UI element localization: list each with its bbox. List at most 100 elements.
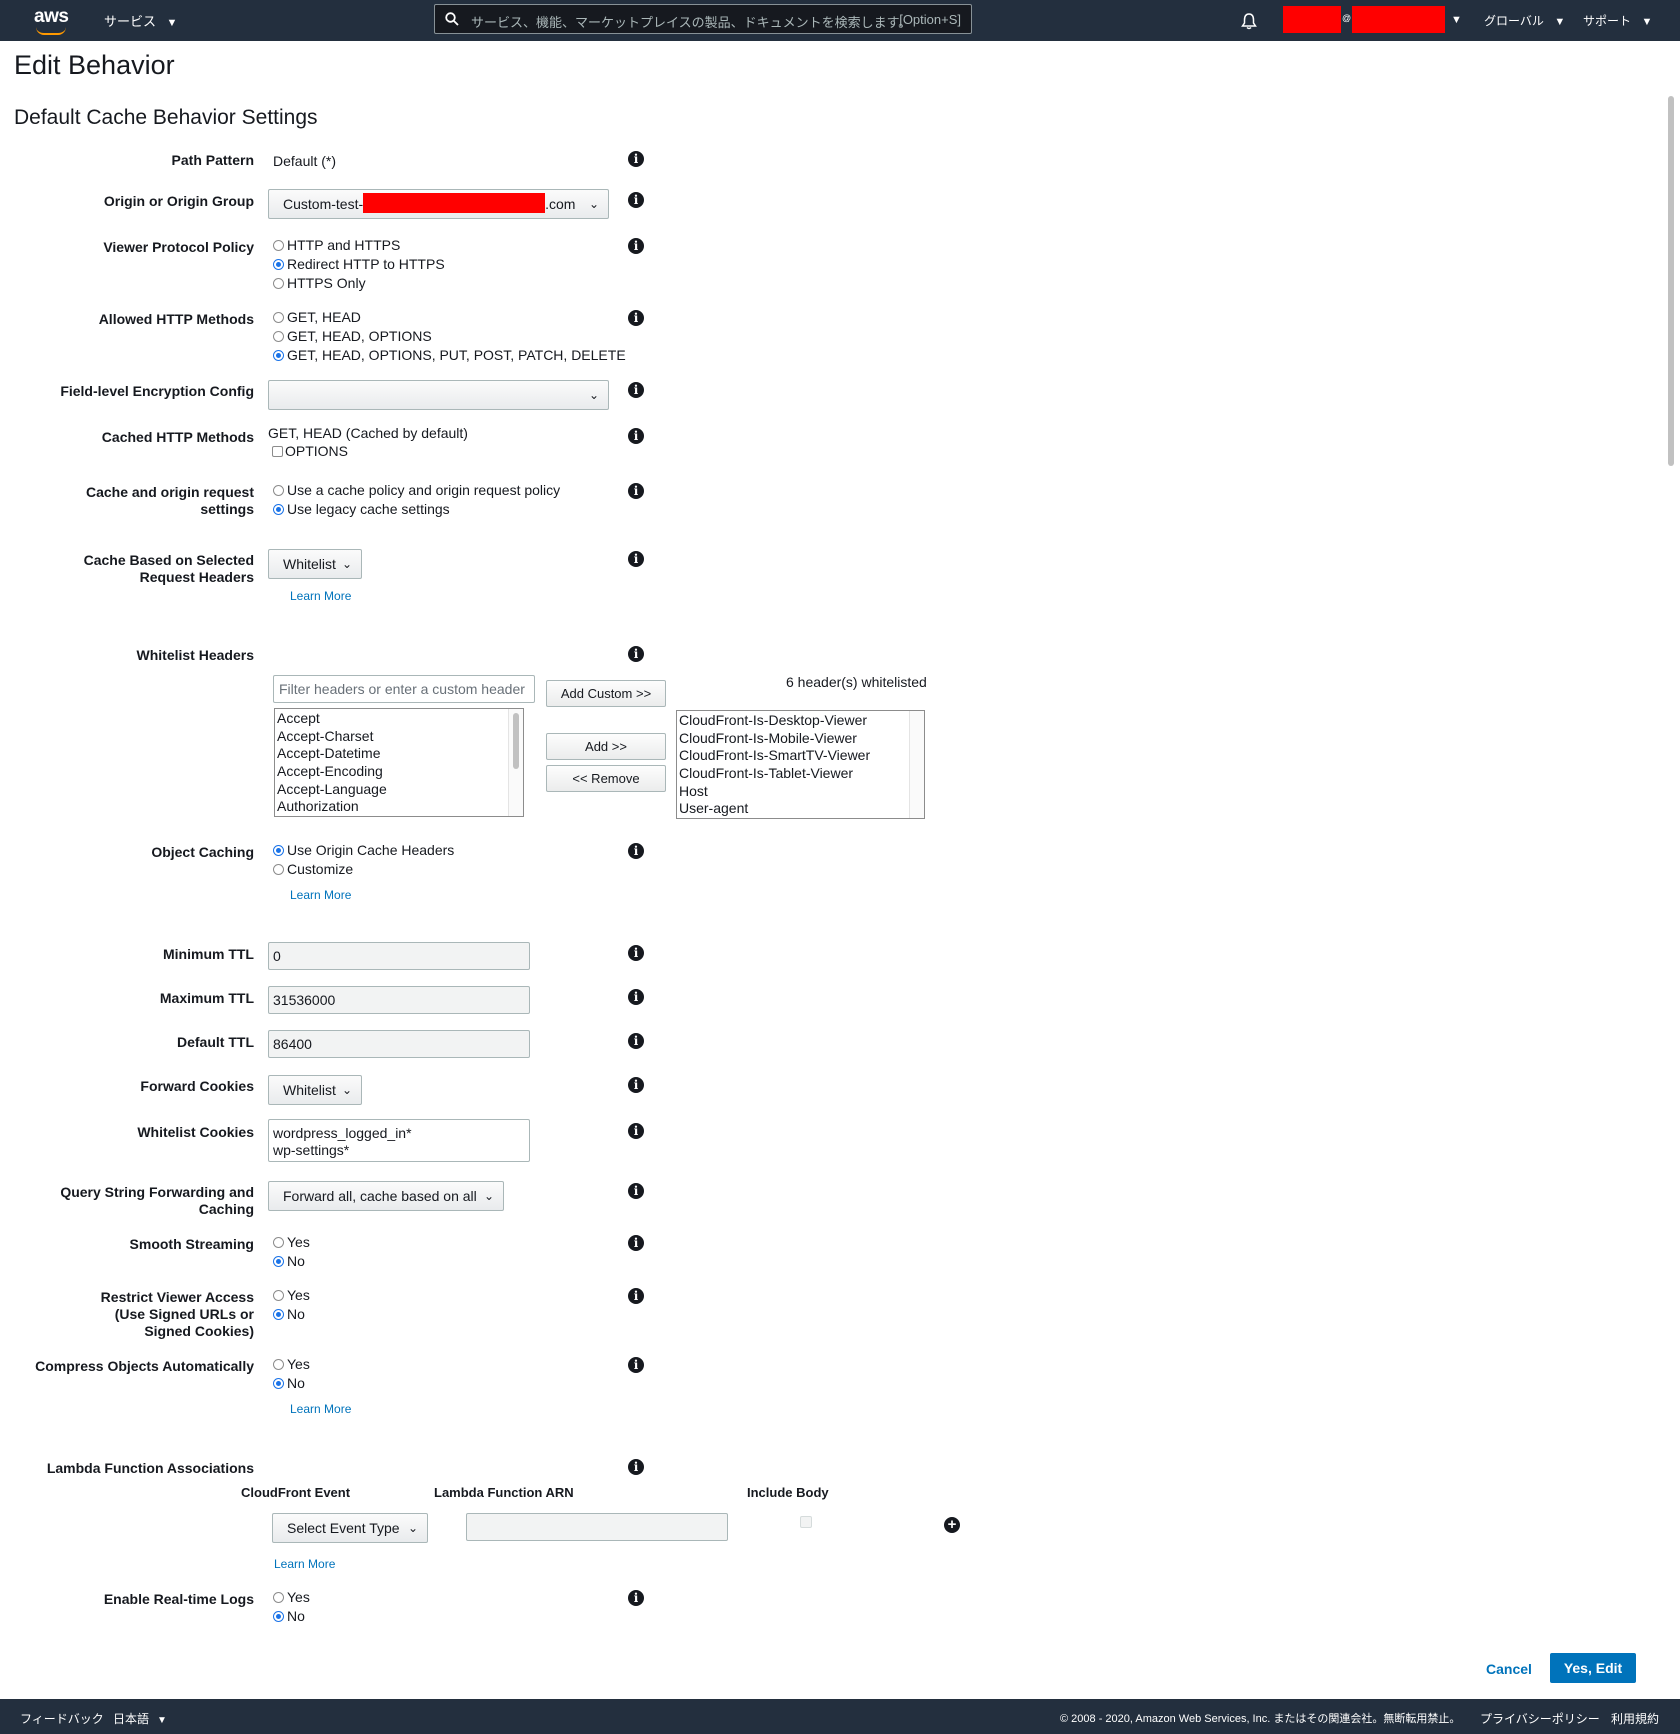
cache-headers-select[interactable]: Whitelist ⌄ <box>268 549 362 579</box>
services-menu[interactable]: サービス ▼ <box>104 11 177 31</box>
radio-get-head[interactable]: GET, HEAD <box>273 308 361 327</box>
feedback-link[interactable]: フィードバック <box>20 1710 104 1727</box>
aws-logo[interactable]: aws <box>34 6 69 28</box>
info-icon[interactable]: i <box>628 843 644 859</box>
info-icon[interactable]: i <box>628 551 644 567</box>
learn-more-link[interactable]: Learn More <box>290 1402 351 1416</box>
radio-button-selected[interactable] <box>273 1256 284 1267</box>
radio-button[interactable] <box>273 1359 284 1370</box>
info-icon[interactable]: i <box>628 1077 644 1093</box>
account-caret-down-icon[interactable]: ▼ <box>1451 14 1462 26</box>
cancel-button[interactable]: Cancel <box>1486 1661 1532 1677</box>
add-button[interactable]: Add >> <box>546 733 666 760</box>
info-icon[interactable]: i <box>628 1033 644 1049</box>
list-item[interactable]: Authorization <box>275 797 523 815</box>
support-menu[interactable]: サポート ▼ <box>1583 12 1652 30</box>
info-icon[interactable]: i <box>628 382 644 398</box>
radio-button[interactable] <box>273 278 284 289</box>
radio-button-selected[interactable] <box>273 845 284 856</box>
language-menu[interactable]: 日本語 ▼ <box>113 1710 167 1727</box>
realtime-logs-no[interactable]: No <box>273 1607 305 1626</box>
radio-customize[interactable]: Customize <box>273 860 353 879</box>
radio-get-head-options[interactable]: GET, HEAD, OPTIONS <box>273 327 432 346</box>
info-icon[interactable]: i <box>628 989 644 1005</box>
list-item[interactable]: User-agent <box>677 799 924 817</box>
radio-button[interactable] <box>273 312 284 323</box>
list-item[interactable]: CloudFront-Is-Tablet-Viewer <box>677 764 924 782</box>
radio-all-methods[interactable]: GET, HEAD, OPTIONS, PUT, POST, PATCH, DE… <box>273 346 626 365</box>
info-icon[interactable]: i <box>628 238 644 254</box>
radio-http-and-https[interactable]: HTTP and HTTPS <box>273 236 400 255</box>
radio-https-only[interactable]: HTTPS Only <box>273 274 366 293</box>
options-checkbox[interactable]: OPTIONS <box>272 442 348 461</box>
redacted-account-id[interactable] <box>1352 6 1445 33</box>
list-item[interactable]: Accept-Datetime <box>275 744 523 762</box>
list-scrollbar[interactable] <box>508 709 523 816</box>
info-icon[interactable]: i <box>628 1123 644 1139</box>
list-item[interactable]: CloudFront-Is-SmartTV-Viewer <box>677 746 924 764</box>
compress-no[interactable]: No <box>273 1374 305 1393</box>
info-icon[interactable]: i <box>628 1183 644 1199</box>
radio-button-selected[interactable] <box>273 350 284 361</box>
bell-icon[interactable] <box>1240 12 1258 30</box>
radio-button[interactable] <box>273 331 284 342</box>
origin-select[interactable]: Custom-test- .com ⌄ <box>268 189 609 219</box>
radio-button[interactable] <box>273 1237 284 1248</box>
available-headers-list[interactable]: Accept Accept-Charset Accept-Datetime Ac… <box>274 708 524 817</box>
yes-edit-button[interactable]: Yes, Edit <box>1550 1653 1636 1683</box>
whitelist-cookies-textarea[interactable]: wordpress_logged_in* wp-settings* <box>268 1119 530 1162</box>
add-custom-button[interactable]: Add Custom >> <box>546 680 666 707</box>
selected-headers-list[interactable]: CloudFront-Is-Desktop-Viewer CloudFront-… <box>676 710 925 819</box>
radio-button-selected[interactable] <box>273 1309 284 1320</box>
redacted-account-name[interactable] <box>1283 6 1341 33</box>
list-item[interactable]: Host <box>677 782 924 800</box>
radio-button-selected[interactable] <box>273 1378 284 1389</box>
min-ttl-input[interactable]: 0 <box>268 942 530 970</box>
fle-config-select[interactable]: ⌄ <box>268 380 609 410</box>
learn-more-link[interactable]: Learn More <box>290 888 351 902</box>
info-icon[interactable]: i <box>628 428 644 444</box>
info-icon[interactable]: i <box>628 1459 644 1475</box>
scrollbar-thumb[interactable] <box>1668 96 1674 466</box>
remove-button[interactable]: << Remove <box>546 765 666 792</box>
compress-yes[interactable]: Yes <box>273 1355 310 1374</box>
radio-use-origin-cache-headers[interactable]: Use Origin Cache Headers <box>273 841 454 860</box>
include-body-checkbox[interactable] <box>800 1516 812 1528</box>
search-input[interactable]: サービス、機能、マーケットプレイスの製品、ドキュメントを検索します。 [Opti… <box>434 4 972 34</box>
terms-link[interactable]: 利用規約 <box>1611 1710 1659 1727</box>
list-item[interactable]: Accept <box>275 709 523 727</box>
privacy-link[interactable]: プライバシーポリシー <box>1480 1710 1600 1727</box>
radio-legacy-cache[interactable]: Use legacy cache settings <box>273 500 450 519</box>
restrict-viewer-no[interactable]: No <box>273 1305 305 1324</box>
info-icon[interactable]: i <box>628 192 644 208</box>
forward-cookies-select[interactable]: Whitelist ⌄ <box>268 1075 362 1105</box>
info-icon[interactable]: i <box>628 151 644 167</box>
info-icon[interactable]: i <box>628 1235 644 1251</box>
info-icon[interactable]: i <box>628 1288 644 1304</box>
default-ttl-input[interactable]: 86400 <box>268 1030 530 1058</box>
radio-button-selected[interactable] <box>273 504 284 515</box>
info-icon[interactable]: i <box>628 646 644 662</box>
restrict-viewer-yes[interactable]: Yes <box>273 1286 310 1305</box>
info-icon[interactable]: i <box>628 1357 644 1373</box>
radio-button[interactable] <box>273 1592 284 1603</box>
learn-more-link[interactable]: Learn More <box>290 589 351 603</box>
realtime-logs-yes[interactable]: Yes <box>273 1588 310 1607</box>
max-ttl-input[interactable]: 31536000 <box>268 986 530 1014</box>
smooth-streaming-yes[interactable]: Yes <box>273 1233 310 1252</box>
lambda-arn-input[interactable] <box>466 1513 728 1541</box>
list-item[interactable]: Accept-Encoding <box>275 762 523 780</box>
event-type-select[interactable]: Select Event Type ⌄ <box>272 1513 428 1543</box>
radio-redirect-http-to-https[interactable]: Redirect HTTP to HTTPS <box>273 255 445 274</box>
list-scrollbar[interactable] <box>909 711 924 818</box>
region-menu[interactable]: グローバル ▼ <box>1484 12 1565 30</box>
header-filter-input[interactable]: Filter headers or enter a custom header <box>273 675 535 703</box>
list-item[interactable]: CloudFront-Is-Desktop-Viewer <box>677 711 924 729</box>
info-icon[interactable]: i <box>628 1590 644 1606</box>
radio-cache-policy[interactable]: Use a cache policy and origin request po… <box>273 481 560 500</box>
learn-more-link[interactable]: Learn More <box>274 1557 335 1571</box>
radio-button[interactable] <box>273 864 284 875</box>
list-item[interactable]: Accept-Charset <box>275 727 523 745</box>
radio-button[interactable] <box>273 1290 284 1301</box>
radio-button-selected[interactable] <box>273 1611 284 1622</box>
